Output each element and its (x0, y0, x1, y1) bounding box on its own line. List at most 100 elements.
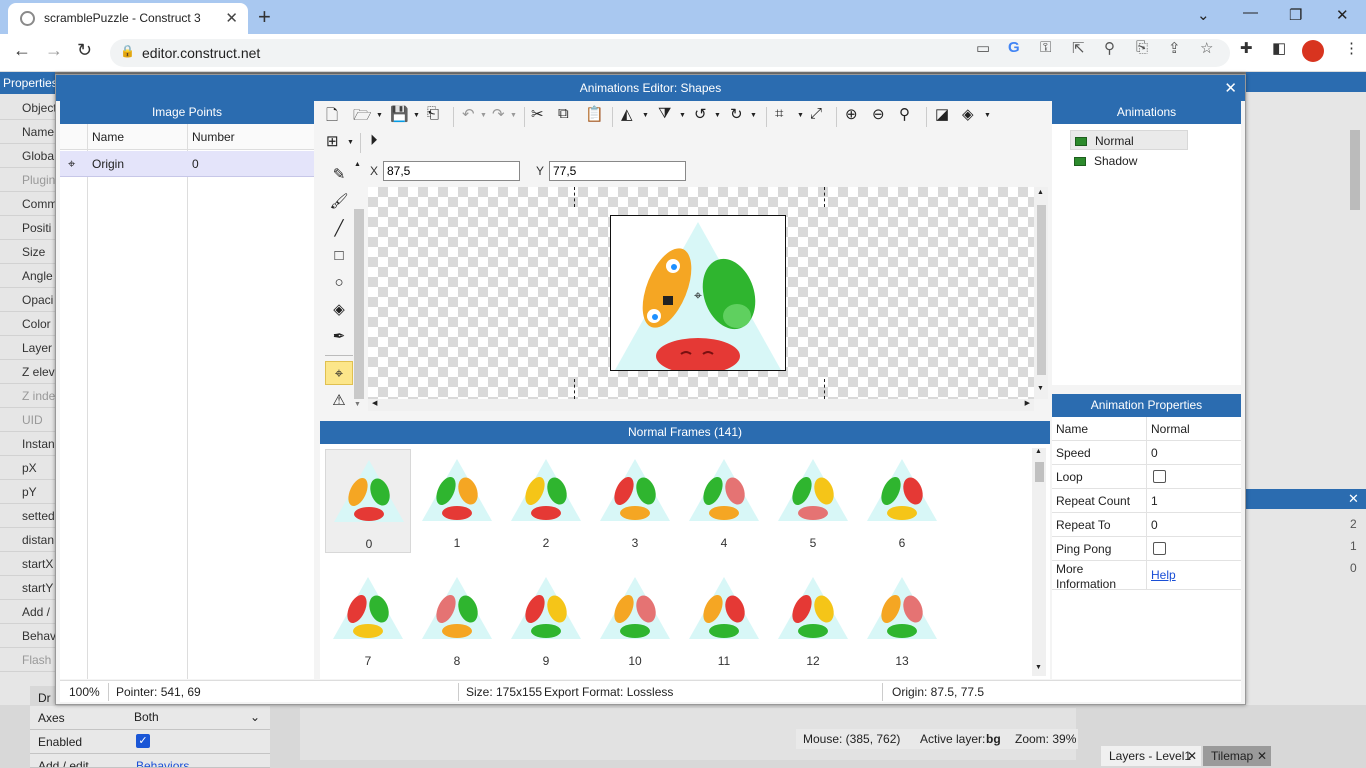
tab-layers[interactable]: Layers - Level1 ✕ (1101, 746, 1201, 766)
chevron-down-icon[interactable]: ▼ (510, 112, 517, 119)
rotate-ccw-icon[interactable]: ↺ (694, 105, 707, 123)
property-value[interactable]: 1 (1151, 494, 1158, 508)
property-row[interactable]: Behav (0, 624, 55, 648)
chevron-down-icon[interactable]: ▼ (347, 139, 354, 146)
collision-poly-icon[interactable]: ⚠ (325, 389, 353, 413)
chevron-down-icon[interactable]: ⌄ (1197, 6, 1210, 24)
behaviors-link[interactable]: Behaviors (136, 754, 189, 767)
property-value[interactable]: 0 (1151, 446, 1158, 460)
property-row[interactable]: Positi (0, 216, 55, 240)
eyedropper-icon[interactable]: ✒ (325, 325, 353, 349)
zoom-in-icon[interactable]: ⊕ (845, 105, 858, 123)
close-icon[interactable]: ✕ (1187, 746, 1197, 766)
property-row[interactable]: Flash (0, 648, 55, 672)
canvas-horizontal-scrollbar[interactable]: ◀ ▶ (368, 399, 1034, 411)
frame-thumbnail[interactable]: 2 (503, 449, 589, 553)
property-row[interactable]: Object (0, 96, 55, 120)
property-value[interactable]: 0 (1151, 518, 1158, 532)
menu-icon[interactable]: ⋮ (1344, 39, 1359, 57)
close-icon[interactable]: ✕ (1257, 746, 1267, 766)
property-row[interactable]: Size (0, 240, 55, 264)
y-input[interactable] (549, 161, 686, 181)
chevron-down-icon[interactable]: ▼ (642, 112, 649, 119)
star-icon[interactable]: ☆ (1200, 39, 1213, 57)
copy-icon[interactable]: ⧉ (558, 105, 569, 122)
frame-thumbnail[interactable]: 1 (414, 449, 500, 553)
animation-item-normal[interactable]: Normal (1070, 130, 1188, 150)
close-icon[interactable]: ✕ (1224, 79, 1237, 97)
property-row[interactable]: Plugin (0, 168, 55, 192)
chevron-down-icon[interactable]: ▼ (797, 112, 804, 119)
cut-icon[interactable]: ✂ (531, 105, 544, 123)
scroll-up-icon[interactable]: ▲ (1037, 189, 1044, 196)
frame-thumbnail[interactable]: 11 (681, 567, 767, 671)
scroll-left-icon[interactable]: ◀ (372, 399, 377, 407)
color-icon[interactable]: ◪ (935, 105, 949, 123)
chevron-down-icon[interactable]: ▼ (679, 112, 686, 119)
scroll-up-icon[interactable]: ▲ (354, 161, 361, 168)
x-input[interactable] (383, 161, 520, 181)
rotate-cw-icon[interactable]: ↻ (730, 105, 743, 123)
frame-thumbnail[interactable]: 4 (681, 449, 767, 553)
frame-thumbnail[interactable]: 7 (325, 567, 411, 671)
export-icon[interactable]: ⎗ (427, 105, 439, 122)
property-row[interactable]: Color (0, 312, 55, 336)
scroll-right-icon[interactable]: ▶ (1025, 399, 1030, 407)
browser-tab[interactable]: scramblePuzzle - Construct 3 ✕ (8, 3, 248, 34)
property-row[interactable]: Layer (0, 336, 55, 360)
forward-icon[interactable]: → (45, 40, 63, 61)
layers-icon[interactable]: ◈ (962, 105, 974, 123)
sprite-image[interactable]: ⌖ (610, 215, 786, 374)
zoom-out-icon[interactable]: ⊖ (872, 105, 885, 123)
flip-vertical-icon[interactable]: ⧩ (658, 105, 671, 122)
google-icon[interactable]: G (1008, 39, 1020, 56)
image-canvas[interactable]: ⌖ (368, 187, 1034, 399)
omnibox[interactable]: 🔒 editor.construct.net (110, 39, 1230, 67)
close-icon[interactable]: ✕ (1348, 491, 1359, 507)
frames-scrollbar[interactable]: ▲ ▼ (1032, 448, 1046, 676)
chevron-down-icon[interactable]: ▼ (714, 112, 721, 119)
scroll-down-icon[interactable]: ▼ (1037, 385, 1044, 392)
chevron-down-icon[interactable]: ▼ (984, 112, 991, 119)
property-value[interactable]: Normal (1151, 422, 1190, 436)
scroll-thumb[interactable] (1035, 462, 1044, 482)
frame-thumbnail[interactable]: 0 (325, 449, 411, 553)
property-row[interactable]: UID (0, 408, 55, 432)
property-row[interactable]: Add / (0, 600, 55, 624)
property-row[interactable]: pY (0, 480, 55, 504)
scroll-down-icon[interactable]: ▼ (354, 401, 361, 408)
scroll-thumb[interactable] (354, 209, 364, 399)
frame-thumbnail[interactable]: 8 (414, 567, 500, 671)
brush-icon[interactable]: 🖌 (325, 190, 353, 214)
scroll-down-icon[interactable]: ▼ (1035, 664, 1042, 671)
right-scrollbar[interactable] (1350, 130, 1360, 210)
property-row[interactable]: Opaci (0, 288, 55, 312)
image-point-row[interactable]: ⌖ Origin 0 (60, 151, 314, 177)
chevron-down-icon[interactable]: ▼ (413, 112, 420, 119)
line-icon[interactable]: ╱ (325, 217, 353, 241)
close-window-icon[interactable]: ✕ (1336, 6, 1349, 24)
paste-icon[interactable]: 📋 (585, 105, 604, 123)
new-file-icon[interactable]: 🗋 (326, 105, 338, 130)
crop-icon[interactable]: ⌗ (775, 105, 783, 122)
flip-horizontal-icon[interactable]: ◭ (621, 105, 633, 123)
property-row[interactable]: Z inde (0, 384, 55, 408)
resize-icon[interactable]: ⤢ (810, 105, 822, 122)
tools-scrollbar[interactable] (354, 209, 364, 399)
profile-avatar[interactable] (1302, 40, 1324, 62)
chevron-down-icon[interactable]: ▼ (750, 112, 757, 119)
undo-icon[interactable]: ↶ (462, 105, 475, 123)
axes-select[interactable]: Both ⌄ (134, 706, 264, 728)
play-preview-icon[interactable]: ⏵ (370, 132, 378, 149)
chevron-down-icon[interactable]: ▼ (480, 112, 487, 119)
property-row[interactable]: Globa (0, 144, 55, 168)
translate-icon[interactable]: ⎘ (1136, 39, 1148, 56)
sidepanel-icon[interactable]: ◧ (1272, 39, 1286, 57)
checkbox[interactable] (1153, 542, 1166, 555)
property-row[interactable]: Instan (0, 432, 55, 456)
scroll-up-icon[interactable]: ▲ (1035, 448, 1042, 455)
extensions-icon[interactable]: ✚ (1240, 39, 1253, 57)
checkbox[interactable] (1153, 470, 1166, 483)
reload-icon[interactable]: ↻ (77, 40, 92, 61)
frame-thumbnail[interactable]: 5 (770, 449, 856, 553)
